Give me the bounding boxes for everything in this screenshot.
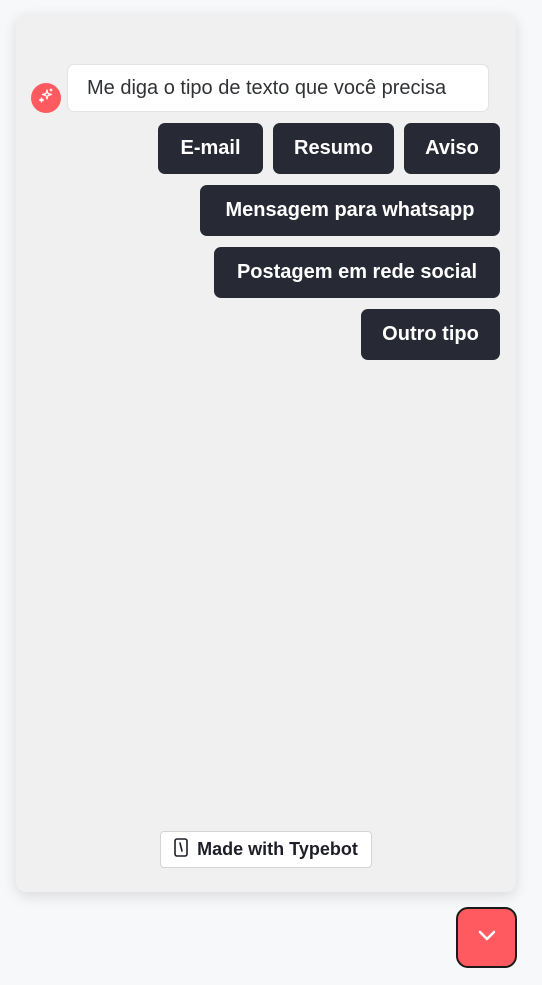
- made-with-typebot-link[interactable]: Made with Typebot: [160, 831, 372, 868]
- branding-label: Made with Typebot: [197, 839, 358, 859]
- chevron-down-icon: [475, 923, 499, 952]
- choice-row-2: Mensagem para whatsapp: [200, 185, 500, 236]
- choice-row-1: E-mail Resumo Aviso: [158, 123, 500, 174]
- bot-message-row: Me diga o tipo de texto que você precisa: [31, 63, 489, 113]
- typebot-logo-icon: [174, 837, 188, 862]
- choice-whatsapp-button[interactable]: Mensagem para whatsapp: [200, 185, 500, 236]
- choice-social-button[interactable]: Postagem em rede social: [214, 247, 500, 298]
- choice-row-3: Postagem em rede social: [214, 247, 500, 298]
- choice-row-4: Outro tipo: [361, 309, 500, 360]
- bot-message-bubble: Me diga o tipo de texto que você precisa: [67, 64, 489, 112]
- choice-resumo-button[interactable]: Resumo: [273, 123, 394, 174]
- bot-avatar: [31, 83, 61, 113]
- choice-outro-button[interactable]: Outro tipo: [361, 309, 500, 360]
- chat-toggle-button[interactable]: [456, 907, 517, 968]
- choice-aviso-button[interactable]: Aviso: [404, 123, 500, 174]
- sparkles-icon: [38, 87, 54, 109]
- bot-message-text: Me diga o tipo de texto que você precisa: [87, 76, 447, 99]
- choice-email-button[interactable]: E-mail: [158, 123, 263, 174]
- chat-window: Me diga o tipo de texto que você precisa…: [16, 14, 516, 892]
